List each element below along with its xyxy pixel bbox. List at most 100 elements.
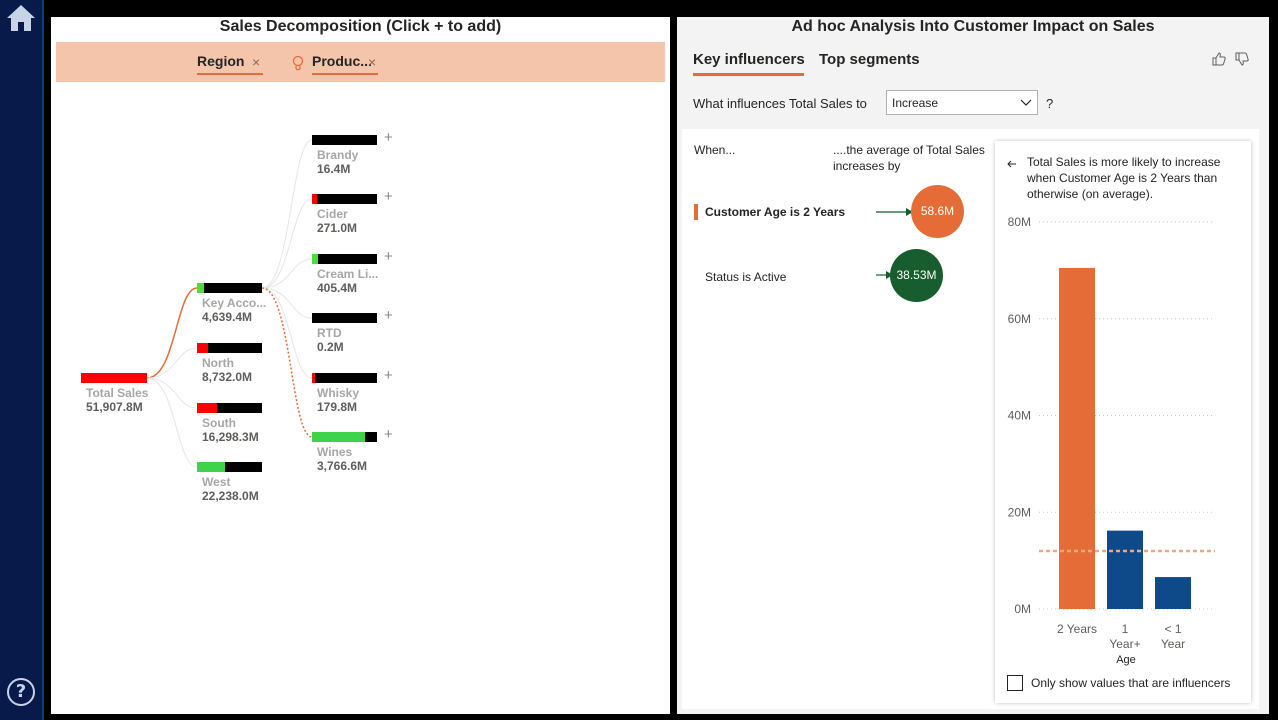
y-tick-label: 0M bbox=[1014, 602, 1031, 616]
home-icon[interactable] bbox=[5, 3, 37, 33]
connector-root-keyacco bbox=[146, 287, 198, 379]
x-tick-line: < 1 bbox=[1164, 622, 1181, 636]
y-tick-label: 40M bbox=[1008, 409, 1031, 423]
product-2-label: Cream Li... bbox=[317, 267, 379, 281]
connector-to-whisky bbox=[261, 287, 313, 379]
expand-plus-icon[interactable]: + bbox=[384, 129, 393, 146]
connector-to-cider bbox=[261, 198, 313, 289]
connector-root-north bbox=[146, 347, 198, 379]
product-2-value: 405.4M bbox=[317, 281, 358, 295]
expand-plus-icon[interactable]: + bbox=[384, 307, 393, 324]
product-2-bar[interactable] bbox=[312, 254, 377, 264]
checkbox-label: Only show values that are influencers bbox=[1031, 676, 1231, 690]
tree-connectors bbox=[146, 139, 313, 468]
region-2-label: South bbox=[202, 416, 236, 430]
tab-key-influencers[interactable]: Key influencers bbox=[693, 51, 805, 68]
key-influencers-visual: Ad hoc Analysis Into Customer Impact on … bbox=[677, 17, 1269, 714]
product-1-label: Cider bbox=[317, 207, 348, 221]
product-5-bar-fill bbox=[312, 432, 365, 442]
expand-plus-icon[interactable]: + bbox=[384, 426, 393, 443]
region-2-bar-fill bbox=[197, 403, 217, 413]
y-tick-label: 60M bbox=[1008, 312, 1031, 326]
x-tick-label: < 1 Year bbox=[1161, 622, 1185, 651]
product-4-label: Whisky bbox=[317, 386, 360, 400]
region-1-bar[interactable] bbox=[197, 343, 262, 353]
region-0-bar[interactable] bbox=[197, 283, 262, 293]
region-0-bar-fill bbox=[197, 283, 204, 293]
app-nav-bar: ? bbox=[0, 0, 44, 720]
x-tick-line: 2 Years bbox=[1057, 622, 1097, 636]
expand-plus-icon[interactable]: + bbox=[384, 367, 393, 384]
region-0-label: Key Acco... bbox=[202, 296, 267, 310]
influencer-detail-pane: Total Sales is more likely to increase w… bbox=[995, 141, 1251, 703]
product-5-label: Wines bbox=[317, 445, 353, 459]
region-0-value: 4,639.4M bbox=[202, 310, 253, 324]
selected-influencer-marker bbox=[694, 204, 698, 220]
expand-plus-icon[interactable]: + bbox=[384, 248, 393, 265]
product-3-value: 0.2M bbox=[317, 340, 344, 354]
x-tick-label: 1 Year+ bbox=[1109, 622, 1140, 651]
region-3-bar[interactable] bbox=[197, 462, 262, 472]
product-4-bar[interactable] bbox=[312, 373, 377, 383]
product-5-value: 3,766.6M bbox=[317, 459, 368, 473]
age-bar-chart: 0M 20M 40M 60M 80M 2 Years 1 Year+ < 1 Year Age bbox=[1008, 215, 1215, 666]
increase-dropdown[interactable]: Increase bbox=[886, 90, 1038, 115]
decomposition-tree-visual: Sales Decomposition (Click + to add) Reg… bbox=[51, 17, 670, 714]
region-3-label: West bbox=[202, 475, 231, 489]
region-3-value: 22,238.0M bbox=[202, 489, 259, 503]
x-tick-line: Year bbox=[1161, 637, 1185, 651]
x-tick-label: 2 Years bbox=[1057, 622, 1097, 636]
product-0-bar[interactable] bbox=[312, 135, 377, 145]
x-tick-line: Year+ bbox=[1109, 637, 1140, 651]
region-2-bar[interactable] bbox=[197, 403, 262, 413]
help-icon[interactable]: ? bbox=[7, 678, 35, 706]
root-bar[interactable] bbox=[81, 373, 147, 383]
product-0-value: 16.4M bbox=[317, 162, 351, 176]
back-arrow-icon[interactable] bbox=[1007, 159, 1017, 169]
connector-to-wines bbox=[261, 287, 313, 438]
question-prefix: What influences Total Sales to bbox=[693, 96, 867, 111]
product-4-value: 179.8M bbox=[317, 400, 358, 414]
influencer-label-age[interactable]: Customer Age is 2 Years bbox=[705, 204, 845, 220]
connector-root-south bbox=[146, 377, 198, 409]
bar-0 bbox=[1059, 267, 1095, 609]
bar-1 bbox=[1107, 530, 1143, 609]
tab-top-segments[interactable]: Top segments bbox=[819, 51, 920, 68]
root-value: 51,907.8M bbox=[86, 400, 143, 414]
root-label: Total Sales bbox=[86, 386, 149, 400]
product-0-label: Brandy bbox=[317, 148, 359, 162]
influencers-content: When... ....the average of Total Sales i… bbox=[682, 129, 1259, 709]
column-header-when: When... bbox=[694, 143, 736, 157]
product-3-bar[interactable] bbox=[312, 313, 377, 323]
product-4-bar-fill bbox=[312, 373, 315, 383]
column-header-average: ....the average of Total Sales increases… bbox=[833, 143, 985, 173]
product-5-bar[interactable] bbox=[312, 432, 377, 442]
y-tick-label: 80M bbox=[1008, 215, 1031, 229]
thumbs-down-icon[interactable] bbox=[1235, 52, 1249, 66]
region-2-value: 16,298.3M bbox=[202, 430, 259, 444]
influencer-bubble-status[interactable]: 38.53M bbox=[890, 249, 943, 302]
chevron-down-icon bbox=[1020, 99, 1032, 106]
influencer-bubble-age[interactable]: 58.6M bbox=[911, 185, 964, 238]
region-3-bar-fill bbox=[197, 462, 225, 472]
connector-to-brandy bbox=[261, 139, 313, 289]
active-tab-underline bbox=[693, 73, 804, 76]
product-3-label: RTD bbox=[317, 326, 342, 340]
x-axis-label: Age bbox=[1116, 654, 1136, 666]
thumbs-up-icon[interactable] bbox=[1212, 52, 1226, 66]
product-1-bar-fill bbox=[312, 194, 317, 204]
question-suffix: ? bbox=[1046, 96, 1054, 111]
expand-plus-icon[interactable]: + bbox=[384, 188, 393, 205]
influencer-label-status[interactable]: Status is Active bbox=[705, 269, 786, 285]
product-1-bar[interactable] bbox=[312, 194, 377, 204]
analysis-title: Ad hoc Analysis Into Customer Impact on … bbox=[791, 18, 1155, 35]
x-tick-line: 1 bbox=[1122, 622, 1129, 636]
influencers-only-checkbox[interactable] bbox=[1007, 675, 1023, 691]
dropdown-value: Increase bbox=[892, 96, 939, 110]
detail-description: Total Sales is more likely to increase w… bbox=[1027, 155, 1221, 201]
product-2-bar-fill bbox=[312, 254, 318, 264]
y-tick-label: 20M bbox=[1008, 505, 1031, 519]
region-1-value: 8,732.0M bbox=[202, 370, 253, 384]
region-1-bar-fill bbox=[197, 343, 208, 353]
connector-root-west bbox=[146, 377, 198, 468]
